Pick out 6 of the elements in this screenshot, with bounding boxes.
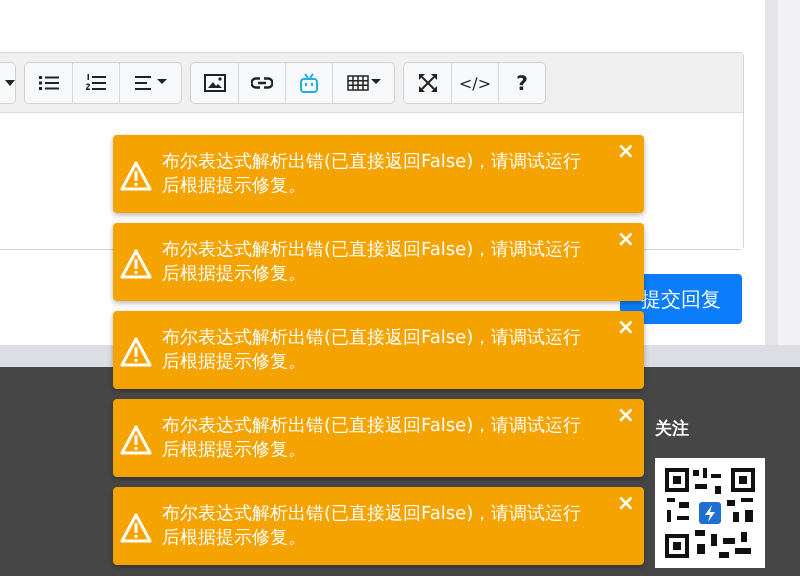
toast-message: 布尔表达式解析出错(已直接返回False)，请调试运行后根据提示修复。: [162, 326, 582, 374]
toast-message: 布尔表达式解析出错(已直接返回False)，请调试运行后根据提示修复。: [162, 414, 582, 462]
toast-message: 布尔表达式解析出错(已直接返回False)，请调试运行后根据提示修复。: [162, 150, 582, 198]
follow-heading: 关注: [655, 418, 690, 440]
toast-message: 布尔表达式解析出错(已直接返回False)，请调试运行后根据提示修复。: [162, 502, 582, 550]
toast-message: 布尔表达式解析出错(已直接返回False)，请调试运行后根据提示修复。: [162, 238, 582, 286]
